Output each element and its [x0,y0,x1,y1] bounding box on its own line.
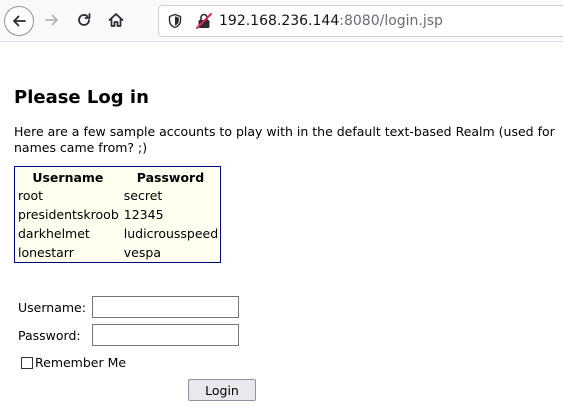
intro-line-1: Here are a few sample accounts to play w… [14,124,555,139]
browser-toolbar: 192.168.236.144:8080/login.jsp [0,0,563,42]
insecure-lock-icon[interactable] [195,12,213,30]
password-column-header: Password [136,170,205,185]
username-label: Username: [18,300,86,315]
password-cell: vespa [123,245,161,260]
reload-button[interactable] [70,6,100,36]
password-cell: 12345 [123,207,164,222]
reload-icon [78,13,91,26]
table-row: lonestarr vespa [15,243,220,262]
back-button[interactable] [4,6,34,36]
forward-arrow-icon [45,14,58,26]
login-button[interactable]: Login [188,379,256,401]
username-cell: root [18,188,44,203]
password-field[interactable] [92,324,239,346]
forward-button[interactable] [38,6,68,36]
url-text: 192.168.236.144:8080/login.jsp [219,12,443,30]
address-bar[interactable]: 192.168.236.144:8080/login.jsp [158,5,563,37]
password-cell: secret [123,188,163,203]
table-header-row: Username Password [15,167,220,186]
back-arrow-icon [13,15,26,27]
url-host: 192.168.236.144 [219,13,340,29]
remember-me-row[interactable]: Remember Me [21,355,126,370]
username-cell: darkhelmet [18,226,90,241]
username-field[interactable] [92,296,239,318]
intro-line-2: names came from? ;) [14,140,148,155]
page-content: Please Log in Here are a few sample acco… [14,86,563,263]
shield-icon[interactable] [167,13,183,29]
remember-me-checkbox[interactable] [21,357,33,369]
url-path: :8080/login.jsp [339,13,443,29]
remember-me-label[interactable]: Remember Me [35,355,126,370]
home-button[interactable] [102,6,132,36]
home-icon [108,13,124,27]
username-cell: lonestarr [18,245,74,260]
intro-text: Here are a few sample accounts to play w… [14,124,563,156]
username-column-header: Username [32,170,104,185]
table-row: darkhelmet ludicrousspeed [15,224,220,243]
password-cell: ludicrousspeed [123,226,219,241]
table-row: presidentskroob 12345 [15,205,220,224]
sample-accounts-table: Username Password root secret presidents… [14,166,222,263]
page-title: Please Log in [14,87,149,108]
password-label: Password: [18,328,81,343]
table-row: root secret [15,186,220,205]
username-cell: presidentskroob [18,207,119,222]
